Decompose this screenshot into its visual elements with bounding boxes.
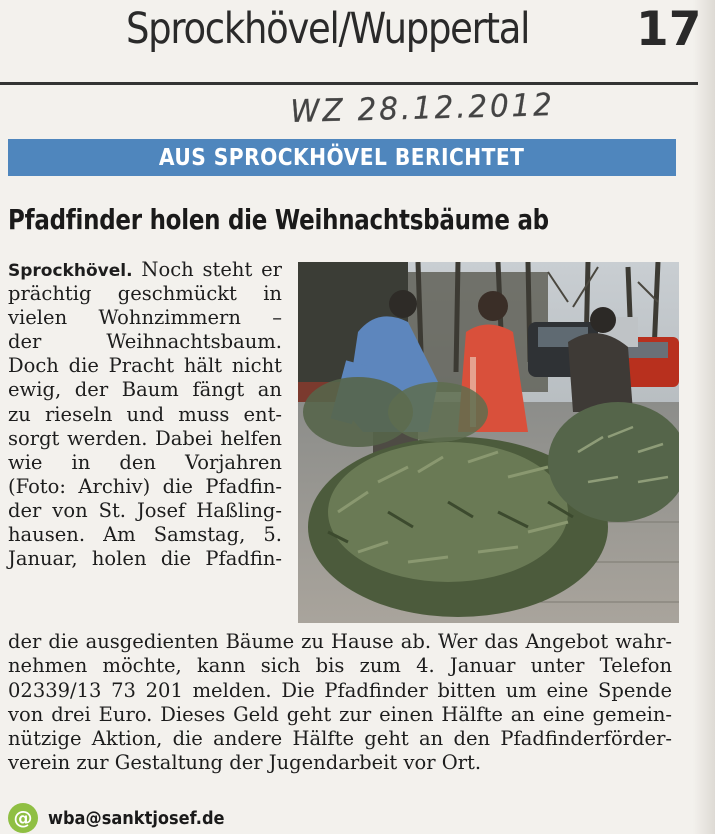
page-number: 17 xyxy=(636,2,702,57)
page-header: Sprockhövel/Wuppertal 17 xyxy=(0,0,715,86)
page-edge-shadow xyxy=(693,0,715,834)
body-line: hausen. Am Samstag, 5. xyxy=(8,523,282,547)
body-line: nehmen möchte, kann sich bis zum 4. Janu… xyxy=(8,654,672,678)
body-line: vielen Wohnzimmern – xyxy=(8,306,282,330)
at-sign-icon: @ xyxy=(8,803,38,833)
article-body-full-width: der die ausgedienten Bäume zu Hause ab. … xyxy=(8,630,672,776)
body-line: verein zur Gestaltung der Jugendarbeit v… xyxy=(8,751,482,775)
article-footer: @ wba@sanktjosef.de xyxy=(8,803,244,833)
author-email[interactable]: wba@sanktjosef.de xyxy=(48,808,225,829)
body-line: ewig, der Baum fängt an xyxy=(8,378,282,402)
article-photo xyxy=(298,262,679,623)
body-line: nützige Aktion, die andere Hälfte geht a… xyxy=(8,727,672,751)
body-line: 02339/13 73 201 melden. Die Pfadfinder b… xyxy=(8,678,672,702)
section-banner-label: AUS SPROCKHÖVEL BERICHTET xyxy=(159,144,525,171)
body-line: Doch die Pracht hält nicht xyxy=(8,354,282,378)
body-line: von drei Euro. Dieses Geld geht zur eine… xyxy=(8,702,672,726)
body-line: der Weihnachtsbaum. xyxy=(8,330,282,354)
body-line: der von St. Josef Haßling- xyxy=(8,498,282,522)
article-headline: Pfadfinder holen die Weihnachtsbäume ab xyxy=(8,203,549,236)
header-rule xyxy=(0,82,698,85)
body-line: wie in den Vorjahren xyxy=(8,450,282,474)
body-line: der die ausgedienten Bäume zu Hause ab. … xyxy=(8,630,672,653)
handwritten-date-note: WZ 28.12.2012 xyxy=(290,87,556,130)
section-banner: AUS SPROCKHÖVEL BERICHTET xyxy=(8,139,676,176)
body-line: (Foto: Archiv) die Pfadfin- xyxy=(8,474,282,498)
body-line: Januar, holen die Pfadfin- xyxy=(8,547,282,571)
body-line: zu rieseln und muss ent- xyxy=(8,402,282,426)
body-line: Sprockhövel. Noch steht er xyxy=(8,258,282,282)
body-line-text: Noch steht er xyxy=(132,258,282,281)
article-body-column: Sprockhövel. Noch steht er prächtig gesc… xyxy=(8,258,282,571)
article-dateline: Sprockhövel. xyxy=(8,261,133,281)
body-line: sorgt werden. Dabei helfen xyxy=(8,426,282,450)
page-header-title: Sprockhövel/Wuppertal xyxy=(126,4,530,54)
body-line: prächtig geschmückt in xyxy=(8,282,282,306)
